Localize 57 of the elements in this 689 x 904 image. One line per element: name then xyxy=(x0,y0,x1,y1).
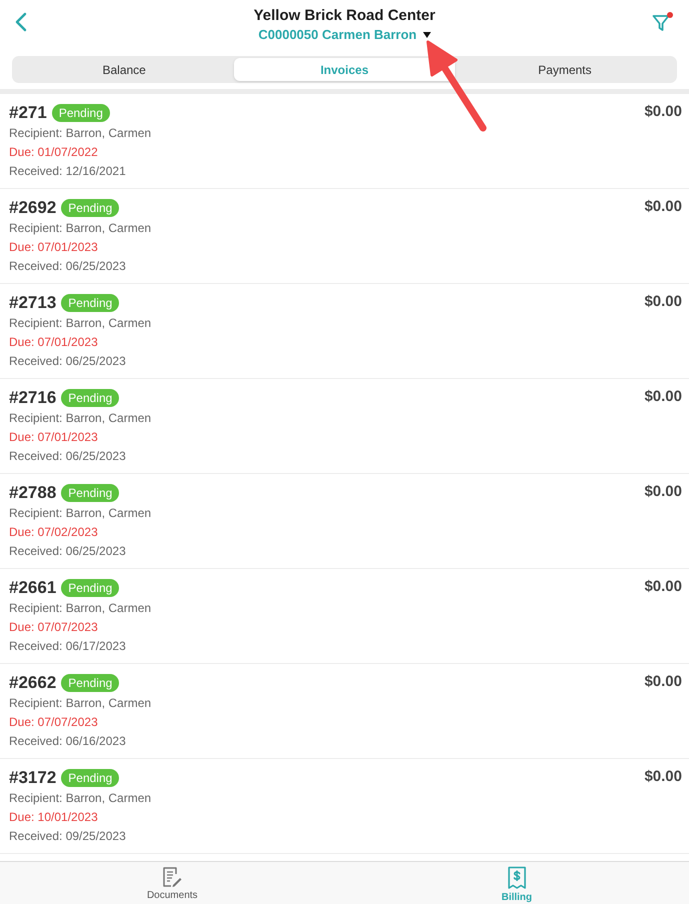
recipient-text: Recipient: Barron, Carmen xyxy=(9,790,152,807)
invoice-number: #271 xyxy=(9,102,47,124)
invoice-number: #2716 xyxy=(9,387,56,409)
received-date: Received: 06/25/2023 xyxy=(9,448,127,465)
recipient-text: Recipient: Barron, Carmen xyxy=(9,410,152,427)
invoice-number: #2661 xyxy=(9,577,56,599)
recipient-text: Recipient: Barron, Carmen xyxy=(9,220,152,237)
due-date: Due: 07/07/2023 xyxy=(9,619,99,636)
due-date: Due: 01/07/2022 xyxy=(9,144,99,161)
status-badge: Pending xyxy=(61,294,120,312)
invoice-number: #3172 xyxy=(9,767,56,789)
invoice-amount: $0.00 xyxy=(644,768,682,786)
status-badge: Pending xyxy=(52,104,110,122)
receipt-dollar-icon xyxy=(506,866,527,890)
received-date: Received: 06/25/2023 xyxy=(9,543,127,560)
received-date: Received: 12/16/2021 xyxy=(9,163,127,180)
due-date: Due: 07/07/2023 xyxy=(9,714,99,731)
filter-icon[interactable] xyxy=(652,14,670,32)
invoice-amount: $0.00 xyxy=(644,388,682,406)
segment-tab[interactable]: Balance xyxy=(14,58,234,81)
recipient-text: Recipient: Barron, Carmen xyxy=(9,600,152,617)
invoice-amount: $0.00 xyxy=(644,103,682,121)
due-date: Due: 07/01/2023 xyxy=(9,334,99,351)
invoice-amount: $0.00 xyxy=(644,578,682,596)
invoice-number: #2788 xyxy=(9,482,56,504)
invoice-amount: $0.00 xyxy=(644,198,682,216)
status-badge: Pending xyxy=(61,199,120,217)
back-icon[interactable] xyxy=(14,12,28,32)
recipient-text: Recipient: Barron, Carmen xyxy=(9,125,152,142)
invoice-amount: $0.00 xyxy=(644,673,682,691)
received-date: Received: 06/25/2023 xyxy=(9,258,127,275)
recipient-text: Recipient: Barron, Carmen xyxy=(9,315,152,332)
due-date: Due: 07/01/2023 xyxy=(9,429,99,446)
status-badge: Pending xyxy=(61,484,120,502)
received-date: Received: 06/17/2023 xyxy=(9,638,127,655)
received-date: Received: 06/25/2023 xyxy=(9,353,127,370)
segment-tab[interactable]: Payments xyxy=(454,58,675,81)
invoice-amount: $0.00 xyxy=(644,293,682,311)
caret-icon[interactable] xyxy=(422,32,431,38)
status-badge: Pending xyxy=(61,674,120,692)
due-date: Due: 10/01/2023 xyxy=(9,809,99,826)
status-badge: Pending xyxy=(61,579,120,597)
tab-bar-item[interactable]: Documents xyxy=(146,866,198,902)
invoice-number: #2692 xyxy=(9,197,56,219)
document-edit-icon xyxy=(162,866,182,888)
due-date: Due: 07/01/2023 xyxy=(9,239,99,256)
due-date: Due: 07/02/2023 xyxy=(9,524,99,541)
invoice-number: #2713 xyxy=(9,292,56,314)
recipient-text: Recipient: Barron, Carmen xyxy=(9,505,152,522)
page-title: Yellow Brick Road Center xyxy=(254,6,436,26)
status-badge: Pending xyxy=(61,769,120,787)
recipient-text: Recipient: Barron, Carmen xyxy=(9,695,152,712)
invoice-number: #2662 xyxy=(9,672,56,694)
invoice-amount: $0.00 xyxy=(644,483,682,501)
status-badge: Pending xyxy=(61,389,120,407)
received-date: Received: 06/16/2023 xyxy=(9,733,127,750)
received-date: Received: 09/25/2023 xyxy=(9,828,127,845)
